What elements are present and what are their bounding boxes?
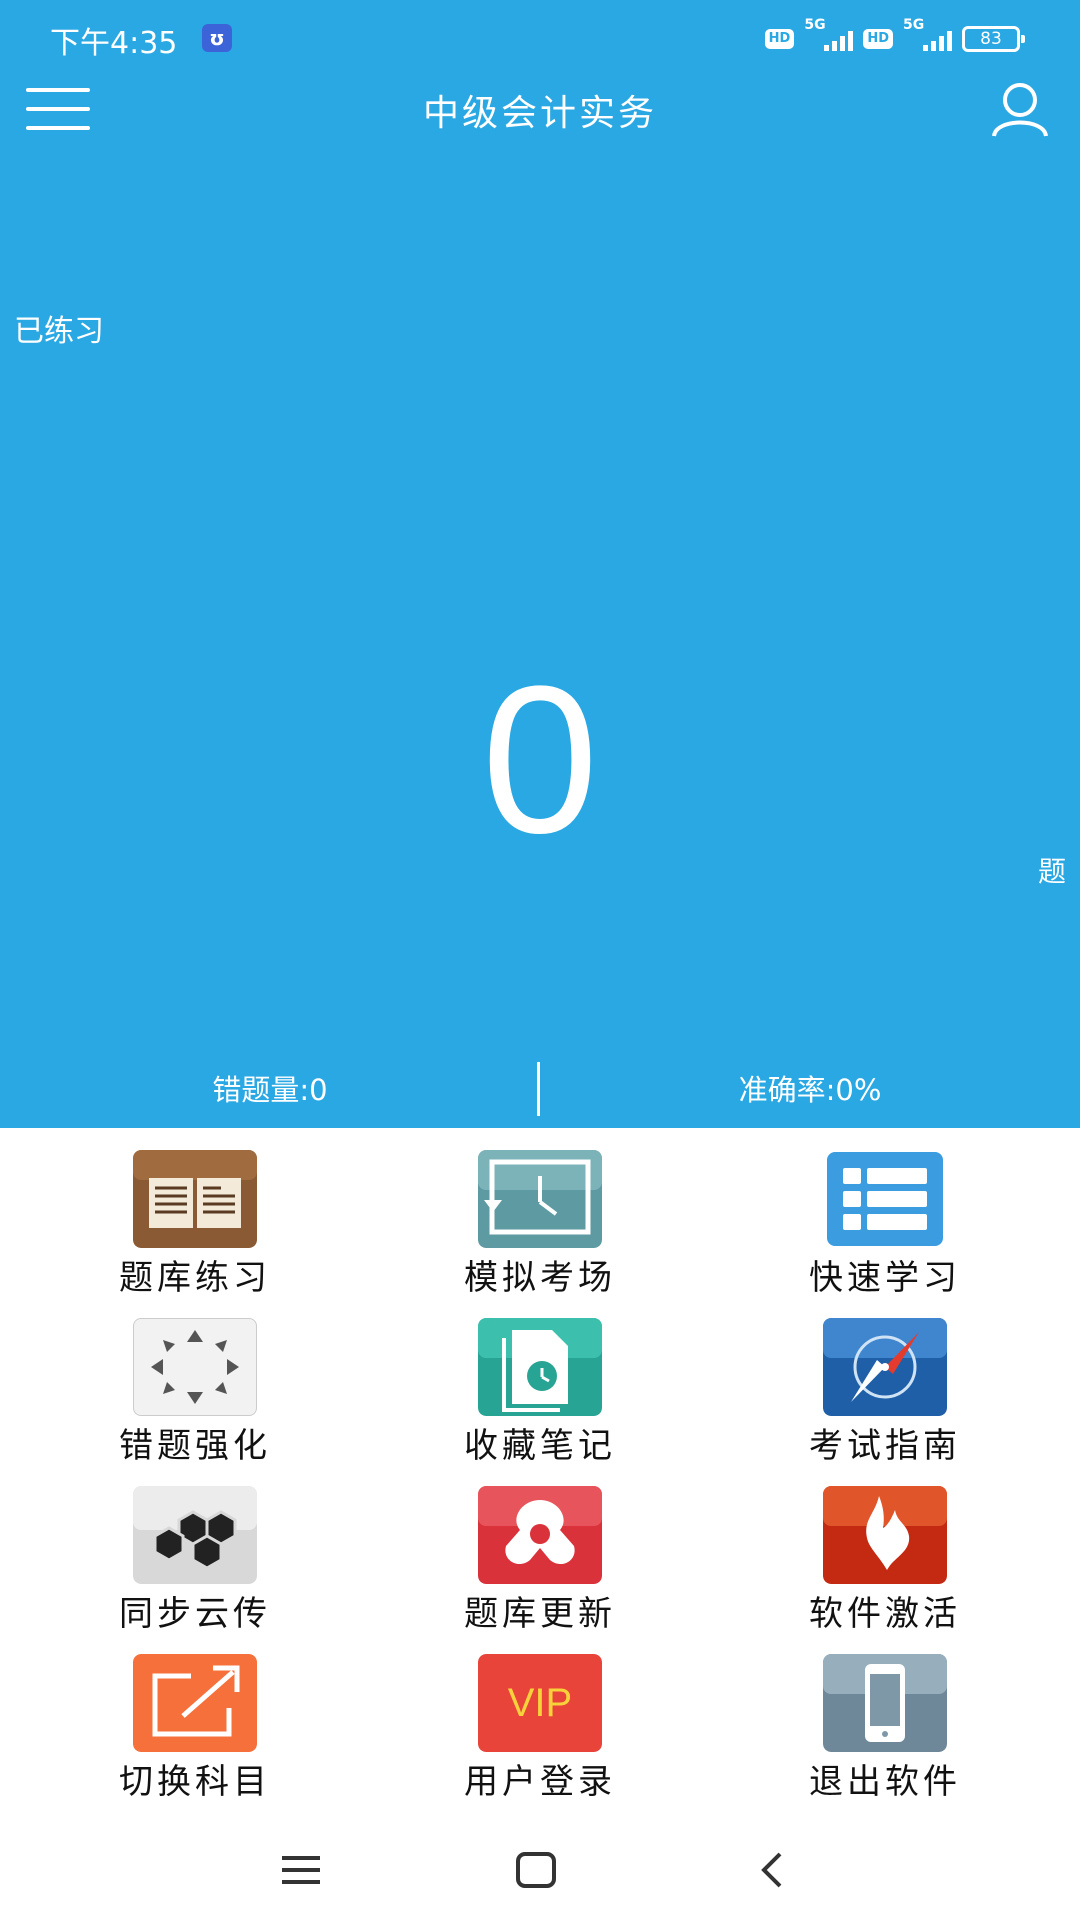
list-icon [823,1150,947,1248]
hd-badge: HD [863,29,893,49]
notification-icon: ʊ [202,24,232,52]
header-panel: 下午4:35 ʊ HD 5G HD 5G 83 中级会计实务 已练习 0 题 错… [0,0,1080,1128]
status-time: 下午4:35 [50,26,178,61]
arrows-icon [133,1318,257,1416]
recent-apps-icon[interactable] [262,1840,342,1900]
menu-user-login[interactable]: VIP 用户登录 [360,1654,720,1804]
network-type: 5G [804,17,826,33]
menu-label: 退出软件 [809,1762,961,1802]
vip-icon-text: VIP [508,1681,572,1725]
menu-label: 收藏笔记 [464,1426,616,1466]
flame-icon [823,1486,947,1584]
menu-label: 模拟考场 [464,1258,616,1298]
user-icon[interactable] [990,80,1050,138]
menu-label: 用户登录 [464,1762,616,1802]
menu-cloud-sync[interactable]: 同步云传 [15,1486,375,1636]
menu-bank-update[interactable]: 题库更新 [360,1486,720,1636]
network-type: 5G [903,17,925,33]
compass-icon [823,1318,947,1416]
count-unit: 题 [1037,855,1066,888]
switch-icon [133,1654,257,1752]
menu-label: 快速学习 [809,1258,961,1298]
signal-icon: 5G [804,17,854,51]
menu-label: 错题强化 [119,1426,271,1466]
menu-label: 切换科目 [119,1762,271,1802]
status-bar: 下午4:35 ʊ HD 5G HD 5G 83 [0,0,1080,74]
menu-quick-study[interactable]: 快速学习 [705,1150,1065,1300]
battery-icon: 83 [962,26,1025,52]
practiced-count: 0 [481,642,599,877]
home-icon[interactable] [496,1840,576,1900]
menu-mock-exam[interactable]: 模拟考场 [360,1150,720,1300]
menu-activate[interactable]: 软件激活 [705,1486,1065,1636]
menu-wrong-review[interactable]: 错题强化 [15,1318,375,1468]
document-clock-icon [478,1318,602,1416]
menu-label: 软件激活 [809,1594,961,1634]
menu-exit-app[interactable]: 退出软件 [705,1654,1065,1804]
phone-icon [823,1654,947,1752]
back-icon[interactable] [730,1840,810,1900]
menu-label: 题库更新 [464,1594,616,1634]
menu-label: 题库练习 [119,1258,271,1298]
menu-label: 同步云传 [119,1594,271,1634]
menu-switch-subject[interactable]: 切换科目 [15,1654,375,1804]
hexagon-icon [133,1486,257,1584]
vip-icon: VIP [478,1654,602,1752]
menu-label: 考试指南 [809,1426,961,1466]
wrong-count: 错题量:0 [212,1073,328,1107]
accuracy-rate: 准确率:0% [738,1073,882,1107]
hd-badge: HD [764,29,795,49]
signal-icon: 5G [903,17,952,51]
menu-question-bank[interactable]: 题库练习 [15,1150,375,1300]
system-nav-bar [0,1820,1080,1920]
practiced-label: 已练习 [14,314,104,349]
book-icon [133,1150,257,1248]
menu-favorites-notes[interactable]: 收藏笔记 [360,1318,720,1468]
update-icon [478,1486,602,1584]
page-title: 中级会计实务 [422,93,657,134]
menu-exam-guide[interactable]: 考试指南 [705,1318,1065,1468]
clock-icon [478,1150,602,1248]
status-icons: HD 5G HD 5G 83 [764,17,1025,56]
